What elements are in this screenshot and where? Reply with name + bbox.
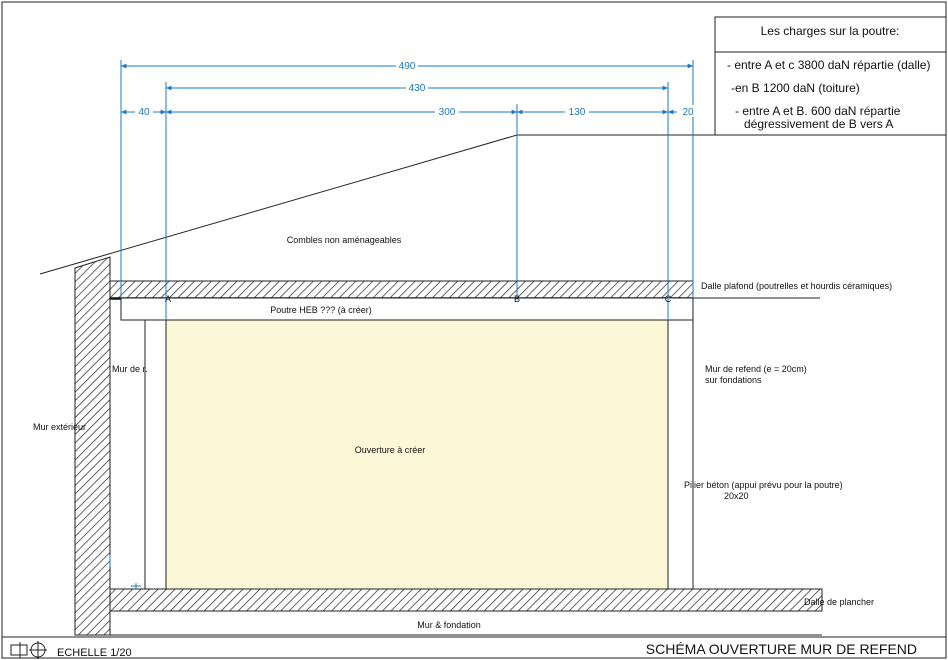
scale-icon — [10, 641, 47, 659]
refend-wall-label: Mur de refend (e = 20cm) — [705, 364, 807, 374]
drawing-title: SCHÉMA OUVERTURE MUR DE REFEND — [646, 641, 917, 657]
drawing-canvas: Les charges sur la poutre: - entre A et … — [1, 1, 947, 659]
legend-title: Les charges sur la poutre: — [761, 24, 900, 38]
exterior-wall — [74, 256, 111, 636]
dimension-value-430: 430 — [409, 83, 426, 94]
ceiling-slab — [109, 280, 694, 299]
point-a-label: A — [165, 294, 171, 304]
beam-label: Poutre HEB ??? (à créer) — [270, 305, 372, 315]
scale-label: ECHELLE 1/20 — [57, 647, 132, 659]
dimension-value-300: 300 — [439, 107, 456, 118]
dimension-value-130: 130 — [569, 107, 586, 118]
legend-load-ab: - entre A et B. 600 daN répartie — [735, 104, 901, 118]
dimension-value-40: 40 — [138, 107, 150, 118]
floor-slab — [109, 588, 823, 612]
legend-load-b: -en B 1200 daN (toiture) — [731, 81, 860, 95]
ceiling-slab-label: Dalle plafond (poutrelles et hourdis cér… — [701, 281, 892, 291]
refend-wall-foundation-label: sur fondations — [705, 375, 762, 385]
exterior-wall-label: Mur extérieur — [33, 422, 86, 432]
attic-label: Combles non aménageables — [287, 235, 402, 245]
foundation-label: Mur & fondation — [417, 620, 481, 630]
pillar-size-label: 20x20 — [724, 491, 749, 501]
dimension-value-20: 20 — [682, 107, 694, 118]
load-legend-box: Les charges sur la poutre: - entre A et … — [714, 16, 947, 136]
heb-beam — [120, 297, 694, 321]
legend-load-ac: - entre A et c 3800 daN répartie (dalle) — [727, 58, 930, 72]
opening-label: Ouverture à créer — [355, 445, 426, 455]
point-c-label: C — [665, 294, 672, 304]
legend-load-ab-detail: dégressivement de B vers A — [744, 117, 893, 131]
floor-slab-label: Dalle de plancher — [804, 597, 874, 607]
roof-line — [39, 134, 715, 275]
dimension-value-490: 490 — [399, 61, 416, 72]
pillar-label: Pilier béton (appui prévu pour la poutre… — [684, 480, 843, 490]
refend-wall-short-label: Mur de r. — [112, 364, 148, 374]
point-b-label: B — [514, 294, 520, 304]
